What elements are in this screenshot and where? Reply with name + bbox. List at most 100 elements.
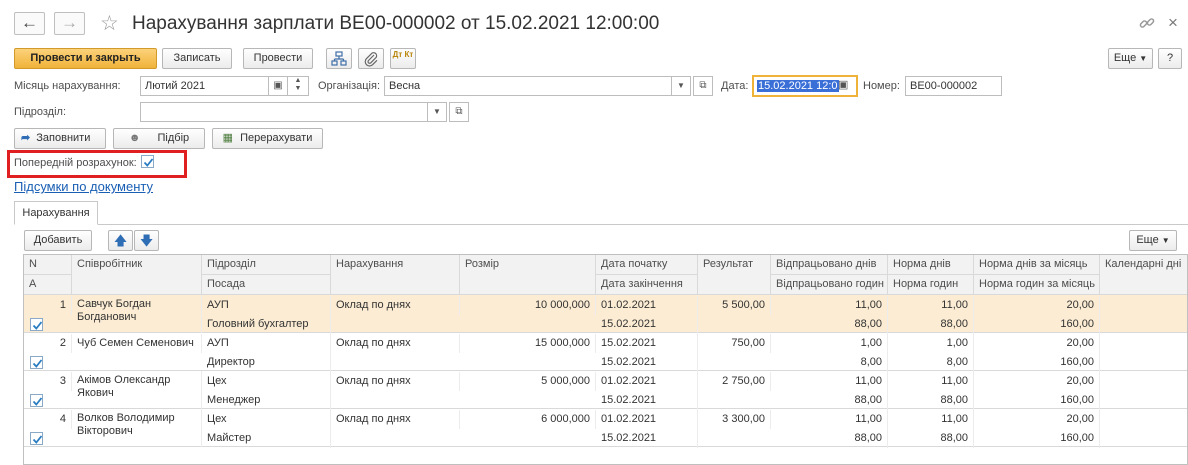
back-button[interactable]: ← [14,12,45,35]
table-more-label: Еще [1136,234,1159,246]
save-button[interactable]: Записать [162,48,232,69]
link-icon[interactable] [1138,14,1158,34]
calendar-icon[interactable]: ▣ [838,78,848,91]
department-open-button[interactable]: ⧉ [449,102,469,122]
col-header-norm-hours[interactable]: Норма годин [888,275,974,295]
select-button[interactable]: ☻ Підбір [113,128,205,149]
col-header-a[interactable]: А [24,275,72,295]
row-checkbox[interactable] [30,356,43,369]
col-header-month-norm-days[interactable]: Норма днів за місяць [974,255,1100,275]
tab-accruals[interactable]: Нарахування [14,201,98,225]
amount-value: 10 000,000 [460,296,596,315]
month-field[interactable]: Лютий 2021 [140,76,269,96]
col-header-dept[interactable]: Підрозділ [202,255,331,275]
col-header-days-worked[interactable]: Відпрацьовано днів [771,255,888,275]
norm-days: 11,00 [888,410,974,429]
preliminary-label: Попередній розрахунок: [14,157,137,169]
accrual-type: Оклад по днях [331,296,460,315]
month-norm-hours: 160,00 [974,353,1100,372]
arrow-up-icon: 🡅 [113,233,128,248]
norm-hours: 88,00 [888,429,974,448]
position-value: Головний бухгалтер [202,315,331,334]
col-header-month-norm-hours[interactable]: Норма годин за місяць [974,275,1100,295]
col-header-position[interactable]: Посада [202,275,331,295]
checkmark-icon [32,359,43,368]
move-down-button[interactable]: 🡇 [134,230,159,251]
hours-worked: 8,00 [771,353,888,372]
favorite-star-icon[interactable]: ☆ [100,11,119,36]
department-field[interactable] [140,102,428,122]
organization-open-button[interactable]: ⧉ [693,76,713,96]
post-and-close-button[interactable]: Провести и закрыть [14,48,157,69]
norm-hours: 88,00 [888,391,974,410]
forward-button[interactable]: → [54,12,85,35]
row-checkbox[interactable] [30,432,43,445]
amount-value: 15 000,000 [460,334,596,353]
dropdown-arrow-icon: ▼ [677,81,685,90]
move-up-button[interactable]: 🡅 [108,230,133,251]
month-stepper[interactable]: ▲ ▼ [287,76,309,96]
fill-button[interactable]: ➦ Заповнити [14,128,106,149]
col-header-n[interactable]: N [24,255,72,275]
totals-link[interactable]: Підсумки по документу [14,179,153,194]
col-header-end-date[interactable]: Дата закінчення [596,275,698,295]
recalculate-button[interactable]: ▦ Перерахувати [212,128,323,149]
hours-worked: 88,00 [771,315,888,334]
dt-kt-button[interactable]: Дт Кт [390,48,416,69]
calculator-icon: ▦ [222,132,234,144]
structure-button[interactable] [326,48,352,69]
dt-kt-icon: Дт Кт [392,50,414,59]
col-header-employee[interactable]: Співробітник [72,255,202,295]
help-button[interactable]: ? [1158,48,1182,69]
attachment-button[interactable] [358,48,384,69]
col-header-amount[interactable]: Розмір [460,255,596,295]
days-worked: 11,00 [771,410,888,429]
more-label: Еще [1113,52,1137,64]
arrow-down-icon: 🡇 [139,233,154,248]
add-row-button[interactable]: Добавить [24,230,92,251]
department-dropdown[interactable]: ▼ [427,102,447,122]
close-icon[interactable]: × [1168,13,1178,33]
hours-worked: 88,00 [771,391,888,410]
organization-dropdown[interactable]: ▼ [671,76,691,96]
month-norm-days: 20,00 [974,410,1100,429]
checkmark-icon [32,321,43,330]
employee-name: Акімов Олександр Якович [72,371,202,409]
preliminary-checkbox[interactable] [141,155,154,168]
date-value: 15.02.2021 12:0 [757,80,839,92]
dropdown-arrow-icon: ▼ [1139,54,1148,63]
col-header-hours-worked[interactable]: Відпрацьовано годин [771,275,888,295]
norm-hours: 88,00 [888,315,974,334]
accruals-table: N Співробітник Підрозділ Нарахування Роз… [23,254,1188,465]
organization-field[interactable]: Весна [384,76,672,96]
calendar-button[interactable]: ▣ [268,76,288,96]
days-worked: 11,00 [771,372,888,391]
number-label: Номер: [863,80,900,92]
recalculate-label: Перерахувати [240,132,313,144]
amount-value: 5 000,000 [460,372,596,391]
checkmark-icon [143,158,154,167]
col-header-start-date[interactable]: Дата початку [596,255,698,275]
organization-label: Організація: [318,80,380,92]
arrow-right-icon: → [61,13,78,32]
more-menu-button[interactable]: Еще ▼ [1108,48,1153,69]
post-button[interactable]: Провести [243,48,313,69]
result-value: 3 300,00 [698,410,771,429]
days-worked: 1,00 [771,334,888,353]
row-checkbox[interactable] [30,394,43,407]
month-label: Місяць нарахування: [14,80,121,92]
norm-hours: 8,00 [888,353,974,372]
row-checkbox[interactable] [30,318,43,331]
employee-name: Чуб Семен Семенович [72,334,202,353]
norm-days: 1,00 [888,334,974,353]
col-header-calendar-days[interactable]: Календарні дні [1100,255,1187,295]
norm-days: 11,00 [888,296,974,315]
col-header-result[interactable]: Результат [698,255,771,295]
table-more-button[interactable]: Еще ▼ [1129,230,1177,251]
open-icon: ⧉ [699,80,707,91]
number-field[interactable]: ВЕ00-000002 [905,76,1002,96]
col-header-norm-days[interactable]: Норма днів [888,255,974,275]
start-date: 15.02.2021 [596,334,698,353]
start-date: 01.02.2021 [596,296,698,315]
col-header-accrual[interactable]: Нарахування [331,255,460,295]
